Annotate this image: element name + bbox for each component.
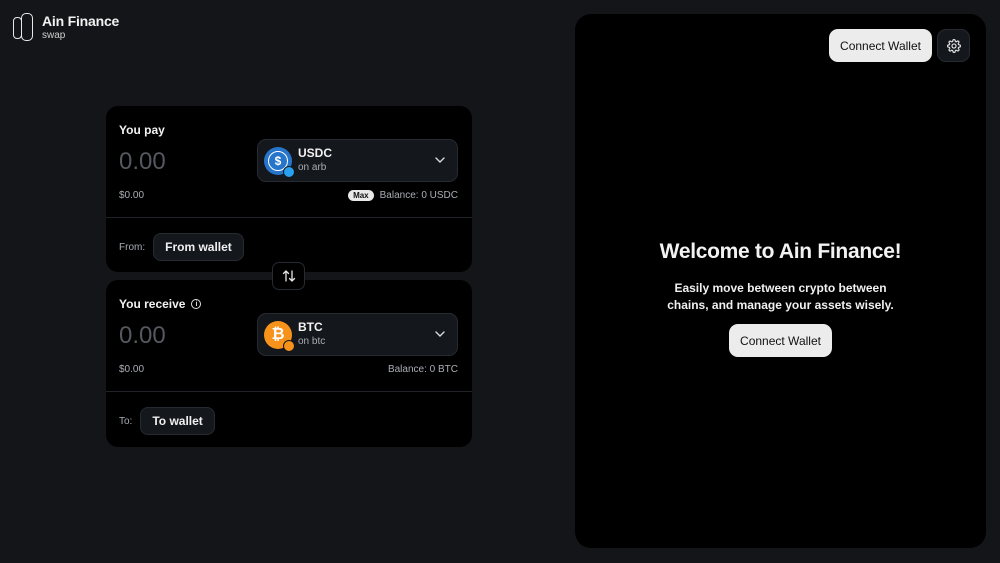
from-label: From: (119, 241, 146, 253)
connect-wallet-button[interactable]: Connect Wallet (729, 324, 832, 357)
pay-token-chain: on arb (298, 162, 327, 173)
pay-token-symbol: USDC (298, 146, 333, 160)
pay-amount-input[interactable]: 0.00 (119, 148, 166, 176)
receive-token-symbol: BTC (298, 320, 323, 334)
chevron-down-icon (435, 331, 445, 337)
brand-subtitle: swap (42, 29, 66, 41)
swap-arrows-icon (282, 270, 295, 282)
brand-name: Ain Finance (42, 12, 120, 29)
divider (106, 391, 472, 392)
receive-label: You receive (119, 297, 186, 311)
connect-wallet-button-top[interactable]: Connect Wallet (829, 29, 932, 62)
brand-logo-icon (13, 12, 35, 42)
settings-button[interactable] (937, 29, 970, 62)
pay-card: You pay 0.00 $ USDC on arb $0.00 Max Bal… (106, 106, 472, 272)
to-wallet-button[interactable]: To wallet (140, 407, 215, 435)
usdc-icon: $ (264, 146, 295, 178)
swap-direction-button[interactable] (272, 262, 305, 290)
receive-card: You receive i 0.00 ₿ BTC on btc $0.00 Ba… (106, 280, 472, 447)
brand[interactable]: Ain Finance swap (13, 12, 119, 42)
btc-icon: ₿ (264, 320, 295, 352)
welcome-subtitle: Easily move between crypto between chain… (667, 281, 894, 312)
gear-icon (946, 38, 961, 53)
receive-amount-input[interactable]: 0.00 (119, 322, 166, 350)
max-button[interactable]: Max (348, 190, 374, 201)
pay-label: You pay (119, 123, 165, 137)
pay-balance: Balance: 0 USDC (379, 190, 458, 201)
to-label: To: (119, 415, 133, 427)
bitcoin-chain-icon (283, 339, 295, 352)
info-icon[interactable]: i (191, 299, 202, 309)
welcome-panel: Connect Wallet Welcome to Ain Finance! E… (575, 14, 986, 548)
receive-usd-value: $0.00 (119, 364, 145, 375)
from-wallet-button[interactable]: From wallet (153, 233, 244, 261)
welcome-title: Welcome to Ain Finance! (659, 240, 902, 263)
pay-usd-value: $0.00 (119, 190, 145, 201)
pay-token-selector[interactable]: $ USDC on arb (257, 139, 458, 182)
receive-token-selector[interactable]: ₿ BTC on btc (257, 313, 458, 356)
divider (106, 217, 472, 218)
receive-token-chain: on btc (298, 336, 326, 347)
chevron-down-icon (435, 157, 445, 163)
arbitrum-chain-icon (283, 165, 295, 178)
receive-balance: Balance: 0 BTC (387, 364, 458, 375)
